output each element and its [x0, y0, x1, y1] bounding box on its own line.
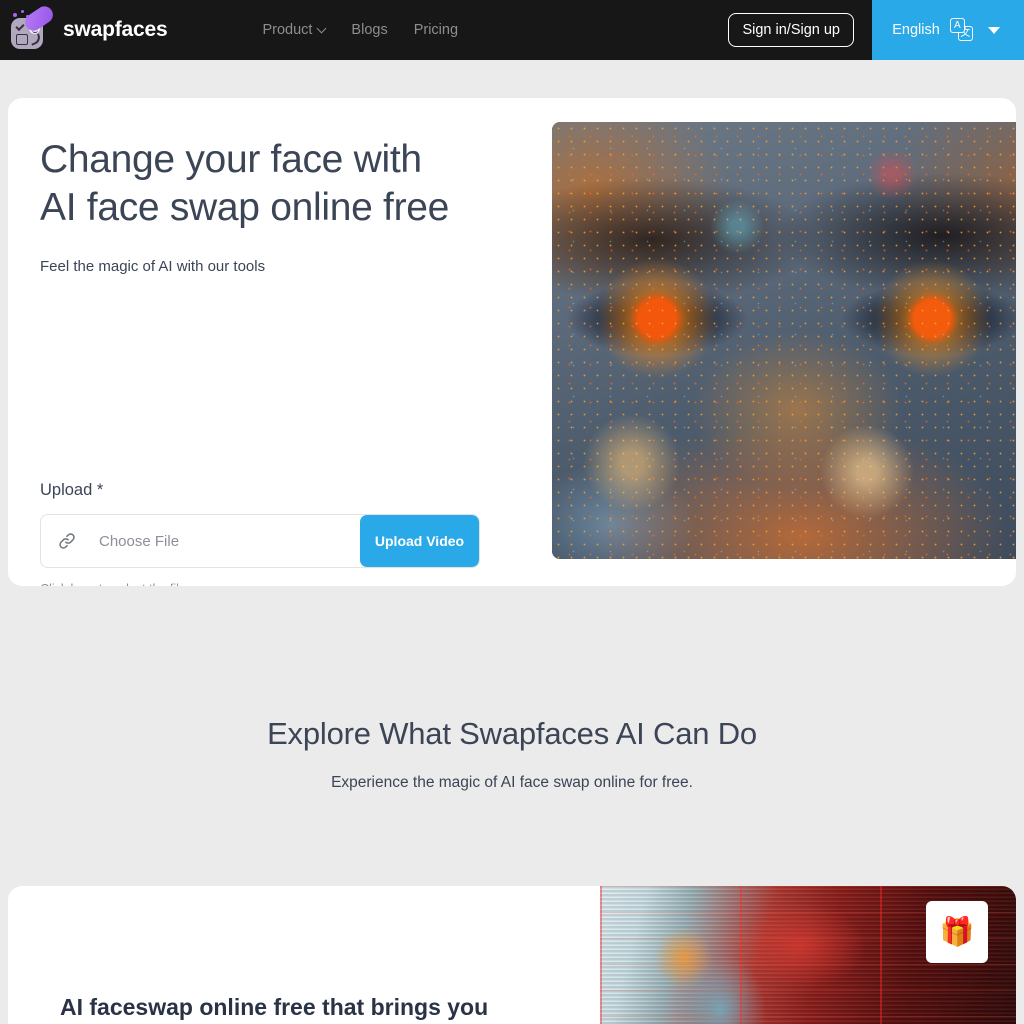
upload-video-button[interactable]: Upload Video — [360, 515, 479, 567]
caret-down-icon — [987, 26, 1000, 34]
nav-item-pricing-label: Pricing — [413, 22, 459, 38]
site-header: swapfaces Product Blogs Pricing Sign in/… — [0, 0, 1024, 60]
nav-item-product[interactable]: Product — [262, 22, 327, 38]
explore-subtitle: Experience the magic of AI face swap onl… — [331, 774, 693, 791]
hero-subtitle: Feel the magic of AI with our tools — [40, 258, 266, 275]
link-icon — [41, 515, 93, 567]
hero-card: Change your face with AI face swap onlin… — [8, 98, 1016, 586]
language-selected-label: English — [892, 22, 940, 38]
page-title: Change your face with AI face swap onlin… — [40, 136, 500, 232]
upload-label: Upload * — [40, 481, 104, 499]
brand-name: swapfaces — [63, 18, 168, 41]
hero-right-column — [512, 122, 1016, 559]
nav-item-blogs[interactable]: Blogs — [351, 22, 387, 38]
nav-item-product-label: Product — [262, 22, 313, 38]
header-actions: Sign in/Sign up English 文 A — [728, 0, 1024, 60]
hero-title-line-1: Change your face with — [40, 138, 422, 181]
choose-file-input[interactable] — [93, 515, 360, 567]
feature-text-column: AI faceswap online free that brings you — [8, 886, 600, 1024]
main-nav: Product Blogs Pricing — [262, 22, 458, 38]
language-selector[interactable]: English 文 A — [872, 0, 1024, 60]
hero-title-line-2: AI face swap online free — [40, 186, 450, 229]
hero-image — [552, 122, 1016, 559]
brand-logo[interactable]: swapfaces — [8, 3, 168, 52]
feature-heading: AI faceswap online free that brings you — [60, 994, 489, 1020]
translate-icon: 文 A — [949, 18, 974, 42]
chevron-down-icon — [316, 23, 327, 33]
explore-title: Explore What Swapfaces AI Can Do — [267, 716, 757, 751]
sign-in-button[interactable]: Sign in/Sign up — [728, 13, 854, 47]
explore-section: Explore What Swapfaces AI Can Do Experie… — [0, 716, 1024, 792]
nav-item-blogs-label: Blogs — [351, 22, 388, 38]
hero-left-column: Change your face with AI face swap onlin… — [40, 130, 500, 586]
gift-icon[interactable]: 🎁 — [926, 901, 988, 963]
swapfaces-logo-icon — [8, 3, 57, 52]
upload-block: Upload * Upload Video Click here to sele… — [40, 481, 480, 586]
upload-hint: Click here to select the file — [40, 582, 480, 586]
upload-field-row[interactable]: Upload Video — [40, 514, 480, 568]
nav-item-pricing[interactable]: Pricing — [414, 22, 458, 38]
feature-card: AI faceswap online free that brings you … — [8, 886, 1016, 1024]
